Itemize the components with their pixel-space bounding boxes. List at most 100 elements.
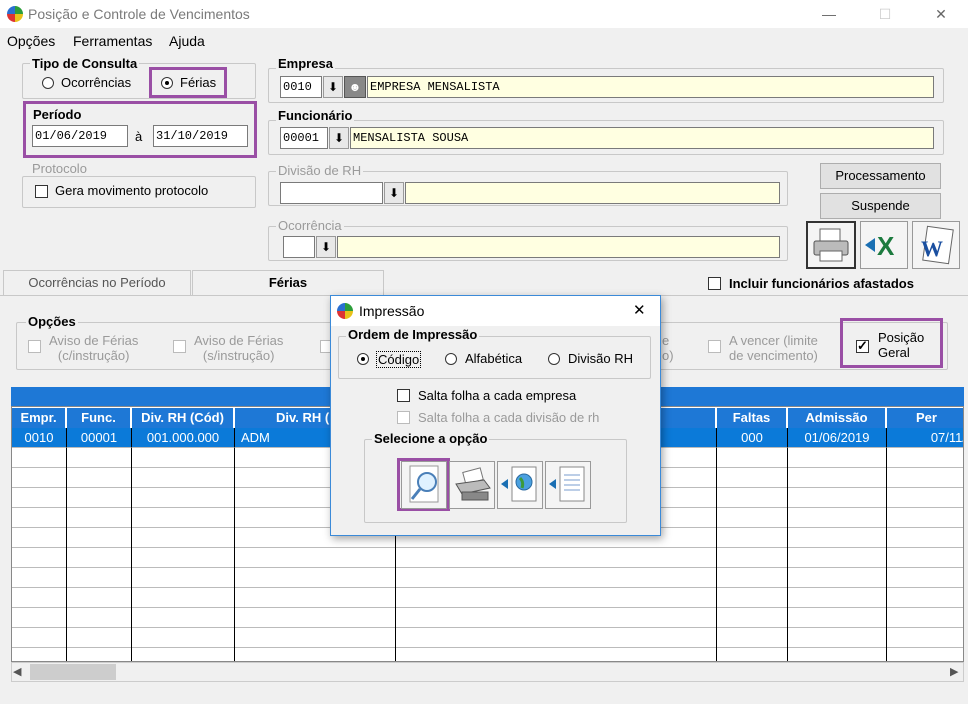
col-func[interactable]: Func. <box>67 408 131 428</box>
empresa-label: Empresa <box>276 56 335 71</box>
col-line-1 <box>66 448 67 661</box>
table-cell-empr[interactable]: 0010 <box>12 428 67 448</box>
ocorrencia-name-field <box>337 236 780 258</box>
horizontal-scrollbar[interactable] <box>11 662 964 682</box>
radio-codigo[interactable] <box>357 353 369 365</box>
aviso-sinstrucao-label: Aviso de Férias (s/instrução) <box>194 333 284 363</box>
radio-ocorrencias[interactable] <box>42 77 54 89</box>
divisao-name-field <box>405 182 780 204</box>
tab-ferias[interactable]: Férias <box>192 270 384 296</box>
divisao-rh-label: Divisão RH <box>568 351 634 366</box>
selecione-label: Selecione a opção <box>372 431 490 446</box>
maximize-button[interactable]: ☐ <box>874 4 896 24</box>
minimize-button[interactable]: — <box>818 4 840 24</box>
funcionario-label: Funcionário <box>276 108 355 123</box>
salta-divisao-checkbox[interactable] <box>397 411 410 424</box>
svg-text:W: W <box>921 236 943 261</box>
word-icon: W <box>921 225 954 265</box>
person-icon[interactable]: ☻ <box>344 76 366 98</box>
periodo-start-input[interactable]: 01/06/2019 <box>32 125 128 147</box>
dialog-title: Impressão <box>359 303 425 319</box>
divisao-code-input[interactable] <box>280 182 383 204</box>
excel-icon: X <box>865 231 895 261</box>
dialog-app-icon <box>337 303 353 319</box>
ocorrencia-code-input[interactable] <box>283 236 315 258</box>
print-button[interactable] <box>806 221 856 269</box>
printer-icon <box>455 467 491 501</box>
opcoes-label: Opções <box>26 314 78 329</box>
incluir-afastados-checkbox[interactable] <box>708 277 721 290</box>
magnifier-icon <box>409 465 439 503</box>
ocorrencias-label: Ocorrências <box>61 75 132 90</box>
processamento-button[interactable]: Processamento <box>820 163 941 189</box>
radio-alfabetica[interactable] <box>445 353 457 365</box>
table-cell-func[interactable]: 00001 <box>67 428 132 448</box>
menu-ajuda[interactable]: Ajuda <box>169 33 205 49</box>
preview-button[interactable] <box>401 461 447 509</box>
posicao-geral-label: Posição Geral <box>878 330 925 360</box>
word-export-button[interactable]: W <box>912 221 960 269</box>
col-per[interactable]: Per <box>887 408 963 428</box>
col-div-cod[interactable]: Div. RH (Cód) <box>132 408 234 428</box>
export-text-button[interactable] <box>545 461 591 509</box>
empresa-code-input[interactable]: 0010 <box>280 76 322 98</box>
periodo-label: Período <box>31 107 84 122</box>
window-title: Posição e Controle de Vencimentos <box>28 6 250 22</box>
empresa-lookup-button[interactable]: ⬇ <box>323 76 343 98</box>
periodo-end-input[interactable]: 31/10/2019 <box>153 125 248 147</box>
aviso-cinstrucao-checkbox[interactable] <box>28 340 41 353</box>
empresa-name-field: EMPRESA MENSALISTA <box>367 76 934 98</box>
incluir-afastados-label: Incluir funcionários afastados <box>729 276 914 291</box>
gera-protocolo-checkbox[interactable] <box>35 185 48 198</box>
table-cell-div-cod[interactable]: 001.000.000 <box>132 428 235 448</box>
suspende-button[interactable]: Suspende <box>820 193 941 219</box>
tab-ocorrencias[interactable]: Ocorrências no Período <box>3 270 191 296</box>
tipo-consulta-label: Tipo de Consulta <box>30 56 140 71</box>
table-cell-admissao[interactable]: 01/06/2019 <box>788 428 887 448</box>
table-cell-per[interactable]: 07/11/ <box>887 428 963 448</box>
ferias-label: Férias <box>180 75 217 90</box>
col-faltas[interactable]: Faltas <box>717 408 787 428</box>
funcionario-code-input[interactable]: 00001 <box>280 127 328 149</box>
printer-icon <box>813 228 849 262</box>
salta-empresa-checkbox[interactable] <box>397 389 410 402</box>
ocorrencia-lookup-button[interactable]: ⬇ <box>316 236 336 258</box>
col-admissao[interactable]: Admissão <box>788 408 886 428</box>
periodo-separator: à <box>135 129 143 144</box>
divisao-lookup-button[interactable]: ⬇ <box>384 182 404 204</box>
aviso-sinstrucao-checkbox[interactable] <box>173 340 186 353</box>
posicao-geral-checkbox[interactable] <box>856 338 869 354</box>
dialog-close-button[interactable]: ✕ <box>633 301 646 319</box>
app-icon <box>7 6 23 22</box>
excel-export-button[interactable]: X <box>860 221 908 269</box>
protocolo-label: Protocolo <box>30 161 89 176</box>
scroll-right-icon[interactable]: ▶ <box>950 665 958 678</box>
impressao-dialog: Impressão ✕ Ordem de Impressão Código Al… <box>330 295 661 536</box>
salta-divisao-label: Salta folha a cada divisão de rh <box>418 410 600 425</box>
ordem-label: Ordem de Impressão <box>346 327 480 342</box>
hidden-option-label: e o) <box>662 333 674 363</box>
a-vencer-checkbox[interactable] <box>708 340 721 353</box>
radio-divisao-rh[interactable] <box>548 353 560 365</box>
text-file-export-icon <box>549 466 585 502</box>
scroll-left-icon[interactable]: ◀ <box>13 665 21 678</box>
table-cell-faltas[interactable]: 000 <box>717 428 788 448</box>
globe-export-icon <box>501 466 537 502</box>
menu-opcoes[interactable]: Opções <box>7 33 55 49</box>
menu-ferramentas[interactable]: Ferramentas <box>73 33 152 49</box>
printer-button[interactable] <box>449 461 495 509</box>
export-web-button[interactable] <box>497 461 543 509</box>
radio-ferias[interactable] <box>161 77 173 89</box>
ocorrencia-label: Ocorrência <box>276 218 344 233</box>
a-vencer-label: A vencer (limite de vencimento) <box>729 333 818 363</box>
col-empr[interactable]: Empr. <box>12 408 66 428</box>
salta-empresa-label: Salta folha a cada empresa <box>418 388 577 403</box>
col-line-5 <box>716 448 717 661</box>
codigo-label: Código <box>376 351 422 368</box>
scroll-thumb[interactable] <box>30 664 116 680</box>
funcionario-lookup-button[interactable]: ⬇ <box>329 127 349 149</box>
col-line-7 <box>886 448 887 661</box>
aviso-cinstrucao-label: Aviso de Férias (c/instrução) <box>49 333 139 363</box>
col-line-2 <box>131 448 132 661</box>
close-button[interactable]: ✕ <box>930 4 952 24</box>
